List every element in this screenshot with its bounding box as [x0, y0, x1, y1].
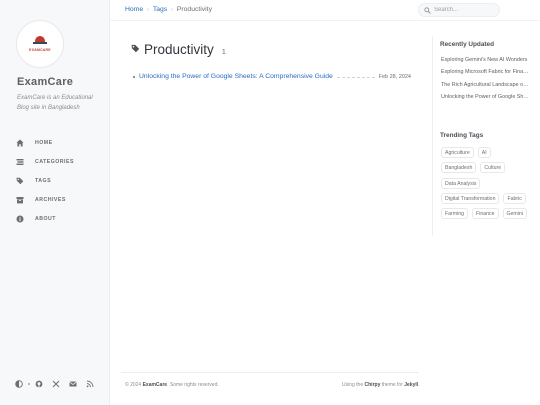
- footer-credits: Using the Chirpy theme for Jekyll.: [342, 382, 420, 388]
- breadcrumb-separator: ›: [147, 6, 149, 13]
- home-icon: [16, 139, 24, 147]
- credits-prefix: Using the: [342, 382, 364, 388]
- nav-item-about[interactable]: ABOUT: [16, 209, 74, 228]
- tag-chip[interactable]: Fabric: [503, 192, 526, 204]
- credits-middle: theme for: [381, 382, 403, 388]
- chirpy-link[interactable]: Chirpy: [365, 382, 381, 388]
- nav-label: CATEGORIES: [35, 158, 74, 165]
- tag-chip[interactable]: Culture: [480, 162, 506, 174]
- jekyll-link[interactable]: Jekyll: [404, 382, 418, 388]
- list-bullet: [133, 75, 135, 78]
- recently-updated-list: Exploring Gemini's New AI Wonders Explor…: [441, 54, 529, 103]
- panel-divider: [432, 36, 433, 236]
- nav-item-categories[interactable]: CATEGORIES: [16, 152, 74, 171]
- breadcrumb-current: Productivity: [176, 6, 212, 13]
- breadcrumb: Home › Tags › Productivity: [125, 6, 212, 13]
- post-date: Feb 28, 2024: [378, 73, 411, 80]
- recently-updated-heading: Recently Updated: [440, 41, 494, 48]
- sidebar-footer: [15, 380, 103, 388]
- tag-chip[interactable]: Bangladesh: [441, 162, 477, 174]
- site-subtitle: ExamCare is an Educational Blog site in …: [17, 95, 93, 111]
- copyright-owner-link[interactable]: ExamCare: [143, 382, 167, 388]
- credits-period: .: [418, 382, 420, 388]
- info-icon: [16, 215, 24, 223]
- site-avatar[interactable]: EXAMCARE: [16, 20, 64, 68]
- tag-chip[interactable]: Farming: [441, 208, 469, 220]
- separator-dot: [28, 383, 30, 385]
- stream-icon: [16, 158, 24, 166]
- examcare-logo-icon: [33, 36, 47, 46]
- nav-label: ARCHIVES: [35, 196, 66, 203]
- rss-icon[interactable]: [86, 380, 94, 388]
- search-input[interactable]: [434, 7, 498, 13]
- list-item: Unlocking the Power of Google Sheets: A …: [133, 73, 411, 80]
- dashed-leader: [336, 77, 375, 78]
- footer-copyright: © 2024 ExamCare. Some rights reserved.: [125, 382, 219, 388]
- search-box[interactable]: [418, 3, 500, 17]
- sidebar: EXAMCARE ExamCare ExamCare is an Educati…: [0, 0, 110, 405]
- recent-item[interactable]: The Rich Agricultural Landscape of Bangl…: [441, 79, 529, 91]
- footer-divider: [121, 372, 419, 373]
- archive-icon: [16, 196, 24, 204]
- tag-chip[interactable]: AI: [477, 147, 491, 158]
- site-title[interactable]: ExamCare: [17, 76, 73, 88]
- sidebar-nav: HOME CATEGORIES TAGS ARCHIVES ABOUT: [16, 133, 74, 228]
- copyright-prefix: © 2024: [125, 382, 142, 388]
- nav-item-archives[interactable]: ARCHIVES: [16, 190, 74, 209]
- recent-item[interactable]: Exploring Microsoft Fabric for Financial…: [441, 66, 529, 78]
- nav-label: HOME: [35, 139, 53, 146]
- github-icon[interactable]: [35, 380, 43, 388]
- trending-tags: Agriculture AI Bangladesh Culture Data A…: [441, 147, 533, 223]
- copyright-suffix: . Some rights reserved.: [167, 382, 219, 388]
- page-title: Productivity: [144, 41, 214, 57]
- nav-label: TAGS: [35, 177, 52, 184]
- trending-tags-heading: Trending Tags: [440, 132, 484, 139]
- nav-item-tags[interactable]: TAGS: [16, 171, 74, 190]
- breadcrumb-home[interactable]: Home: [125, 6, 143, 13]
- recent-item[interactable]: Exploring Gemini's New AI Wonders: [441, 54, 529, 66]
- tag-icon: [131, 40, 140, 58]
- twitter-icon[interactable]: [52, 380, 60, 388]
- breadcrumb-separator: ›: [171, 6, 173, 13]
- nav-item-home[interactable]: HOME: [16, 133, 74, 152]
- logo-text: EXAMCARE: [29, 48, 51, 52]
- post-link[interactable]: Unlocking the Power of Google Sheets: A …: [139, 73, 333, 80]
- post-count: 1: [221, 46, 226, 56]
- search-icon: [424, 1, 431, 19]
- tags-icon: [16, 177, 24, 185]
- topbar-divider: [110, 20, 540, 21]
- recent-item[interactable]: Unlocking the Power of Google Sheets: [441, 91, 529, 103]
- tag-chip[interactable]: Agriculture: [441, 147, 474, 158]
- theme-toggle-icon[interactable]: [15, 380, 23, 388]
- tag-chip[interactable]: Digital Transformation: [441, 192, 500, 204]
- tag-chip[interactable]: Data Analysis: [441, 177, 481, 189]
- nav-label: ABOUT: [35, 215, 56, 222]
- page-heading: Productivity 1: [131, 40, 226, 58]
- email-icon[interactable]: [69, 380, 77, 388]
- breadcrumb-tags[interactable]: Tags: [153, 6, 167, 13]
- tag-chip[interactable]: Gemini: [502, 208, 527, 220]
- tag-chip[interactable]: Finance: [472, 208, 499, 220]
